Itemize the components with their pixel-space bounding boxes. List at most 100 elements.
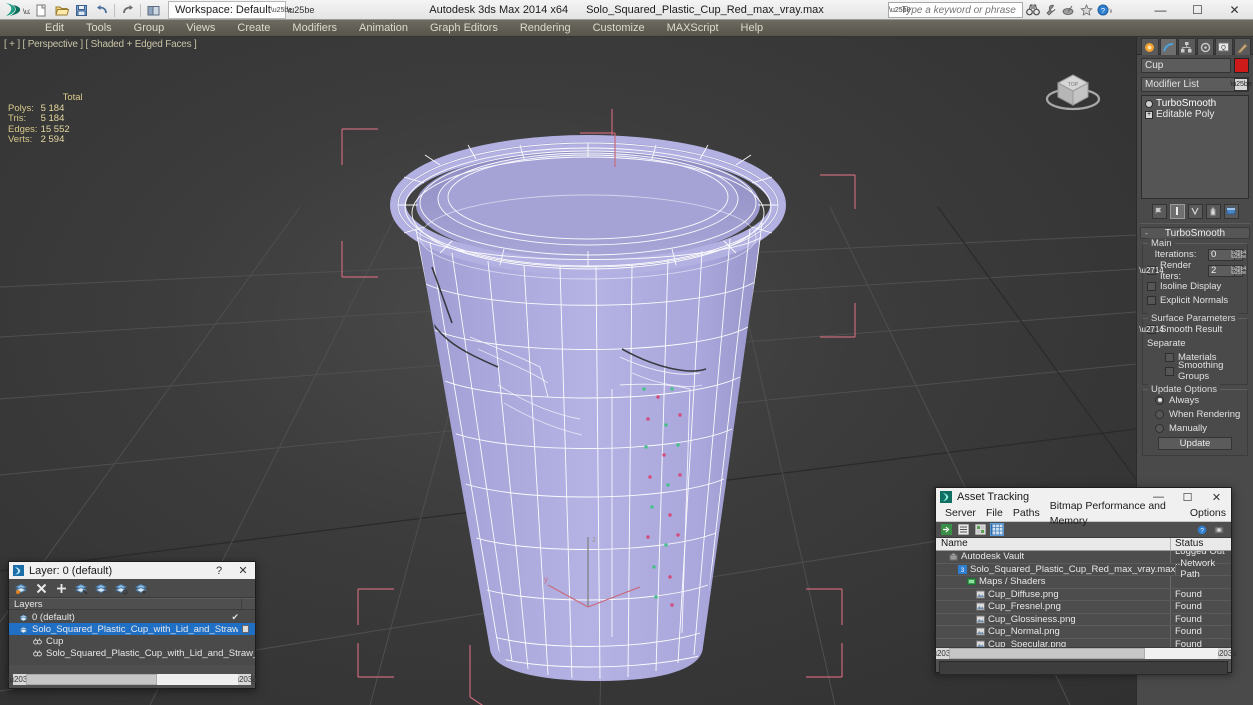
update-always-row[interactable]: Always [1147, 394, 1243, 406]
view-cube[interactable]: TOP [1038, 59, 1108, 119]
asset-row[interactable]: Cup_Normal.png Found [936, 626, 1231, 639]
menu-item-modifiers[interactable]: Modifiers [281, 20, 348, 37]
minimize-button[interactable]: — [1142, 0, 1179, 20]
explicit-normals-row[interactable]: Explicit Normals [1147, 294, 1243, 306]
layer-window[interactable]: Layer: 0 (default) ? ✕ Layers 0 (default… [7, 561, 257, 689]
menu-item-maxscript[interactable]: MAXScript [656, 20, 730, 37]
search-box[interactable]: \u25b8 [888, 2, 1035, 18]
layer-hscrollbar[interactable]: \u2039 \u203a [7, 674, 257, 685]
menu-item-help[interactable]: Help [730, 20, 775, 37]
iterations-spinner[interactable]: 0 \u25b4 \u25be [1208, 248, 1246, 261]
favorites-star-icon[interactable] [1078, 2, 1095, 18]
update-when-rendering-row[interactable]: When Rendering [1147, 408, 1243, 420]
spinner-arrows-icon[interactable]: \u25b4 \u25be [1231, 264, 1246, 277]
list-view-button[interactable] [956, 523, 970, 536]
expand-plus-icon[interactable]: + [1145, 110, 1153, 119]
modifier-list-dropdown[interactable]: Modifier List \u25be [1141, 77, 1252, 92]
isoline-display-row[interactable]: Isoline Display [1147, 280, 1243, 292]
refresh-assets-button[interactable] [939, 523, 953, 536]
configure-modifier-sets-button[interactable] [1223, 203, 1239, 219]
scroll-right-arrow-icon[interactable]: \u203a [232, 674, 257, 685]
layer-hide-checkbox[interactable] [241, 625, 249, 633]
set-project-folder-icon[interactable] [144, 2, 163, 19]
utilities-tab[interactable] [1233, 38, 1251, 55]
update-button[interactable]: Update [1158, 437, 1232, 450]
layer-row[interactable]: 0 (default) ✔ [9, 611, 255, 623]
help-question-icon[interactable]: ? \u25be [1096, 2, 1113, 18]
asset-menu-item-bitmap-performance-and-memory[interactable]: Bitmap Performance and Memory [1045, 499, 1185, 529]
scroll-left-arrow-icon[interactable]: \u2039 [7, 674, 32, 685]
modifier-stack-item-editable-poly[interactable]: + Editable Poly [1143, 109, 1247, 120]
menu-item-group[interactable]: Group [123, 20, 176, 37]
wrench-icon[interactable] [1042, 2, 1059, 18]
asset-menu-item-options[interactable]: Options [1185, 506, 1231, 521]
freeze-layer-button[interactable] [134, 581, 148, 595]
satellite-dish-icon[interactable] [1060, 2, 1077, 18]
close-button[interactable]: ✕ [1216, 0, 1253, 20]
create-new-layer-button[interactable] [14, 581, 28, 595]
layer-rows[interactable]: 0 (default) ✔ Solo_Squared_Plastic_Cup_wit… [9, 610, 255, 665]
vault-icon[interactable] [1212, 523, 1226, 536]
thumbnail-view-button[interactable] [973, 523, 987, 536]
column-header-status[interactable]: Status [1171, 538, 1231, 550]
grid-view-button[interactable] [990, 523, 1004, 536]
modifier-stack[interactable]: TurboSmooth + Editable Poly [1141, 95, 1249, 199]
asset-row[interactable]: Cup_Diffuse.png Found [936, 588, 1231, 601]
modifier-enable-icon[interactable] [1145, 99, 1153, 108]
smooth-result-checkbox[interactable]: \u2714 [1139, 324, 1164, 334]
asset-row[interactable]: Cup_Glossiness.png Found [936, 613, 1231, 626]
asset-row[interactable]: 3 Solo_Squared_Plastic_Cup_Red_max_vray.m… [936, 558, 1231, 580]
update-when-rendering-radio[interactable] [1155, 409, 1164, 419]
scroll-track[interactable] [949, 647, 1218, 659]
scroll-right-arrow-icon[interactable]: \u203a [1212, 647, 1237, 659]
hide-layer-button[interactable] [114, 581, 128, 595]
layer-row[interactable]: Solo_Squared_Plastic_Cup_with_Lid_and_St… [9, 647, 255, 659]
menu-item-tools[interactable]: Tools [75, 20, 123, 37]
new-file-icon[interactable] [32, 2, 51, 19]
column-header-name[interactable]: Name [936, 538, 1171, 550]
column-header-layers[interactable]: Layers [9, 599, 241, 610]
remove-modifier-button[interactable] [1205, 203, 1221, 219]
menu-item-customize[interactable]: Customize [582, 20, 656, 37]
materials-checkbox[interactable] [1165, 352, 1174, 362]
workspace-menu-icon[interactable]: \u25be [287, 5, 315, 15]
update-manually-row[interactable]: Manually [1147, 422, 1243, 434]
hierarchy-tab[interactable] [1178, 38, 1196, 55]
search-dropdown-icon[interactable]: \u25b8 [889, 7, 910, 14]
object-name-field[interactable]: Cup [1141, 58, 1231, 73]
menu-item-rendering[interactable]: Rendering [509, 20, 582, 37]
show-end-result-button[interactable] [1169, 203, 1185, 219]
scroll-thumb[interactable] [26, 674, 158, 685]
asset-row[interactable]: Cup_Fresnel.png Found [936, 601, 1231, 614]
rollout-toggle-icon[interactable]: - [1141, 229, 1152, 238]
isoline-display-checkbox[interactable] [1147, 281, 1156, 291]
undo-icon[interactable] [92, 2, 111, 19]
layer-row[interactable]: Solo_Squared_Plastic_Cup_with_Lid_and_St… [9, 623, 255, 635]
menu-item-edit[interactable]: Edit [34, 20, 75, 37]
delete-layer-button[interactable] [34, 581, 48, 595]
scroll-left-arrow-icon[interactable]: \u2039 [930, 647, 955, 659]
render-iters-checkbox[interactable]: \u2714 [1139, 266, 1164, 275]
save-file-icon[interactable] [72, 2, 91, 19]
layer-help-button[interactable]: ? [207, 562, 231, 579]
create-tab[interactable] [1141, 38, 1159, 55]
update-manually-radio[interactable] [1155, 423, 1164, 433]
column-header-hide[interactable] [241, 599, 255, 609]
smoothing-groups-checkbox[interactable] [1165, 366, 1174, 376]
search-binoculars-icon[interactable] [1024, 2, 1041, 18]
modify-tab[interactable] [1159, 38, 1177, 55]
layer-close-button[interactable]: ✕ [231, 562, 255, 579]
smooth-result-row[interactable]: \u2714 Smooth Result [1139, 323, 1243, 335]
maximize-button[interactable]: ☐ [1179, 0, 1216, 20]
asset-row[interactable]: Cup_Specular.png Found [936, 638, 1231, 647]
open-file-icon[interactable] [52, 2, 71, 19]
asset-tracking-close-button[interactable]: ✕ [1202, 488, 1231, 506]
motion-tab[interactable] [1196, 38, 1214, 55]
scroll-thumb[interactable] [949, 647, 1146, 659]
search-input[interactable] [901, 4, 1035, 16]
display-tab[interactable]: Q [1215, 38, 1233, 55]
layer-row[interactable]: Cup [9, 635, 255, 647]
asset-menu-item-file[interactable]: File [981, 506, 1008, 521]
menu-item-create[interactable]: Create [226, 20, 281, 37]
chevron-down-icon[interactable]: \u25be [1230, 78, 1252, 91]
